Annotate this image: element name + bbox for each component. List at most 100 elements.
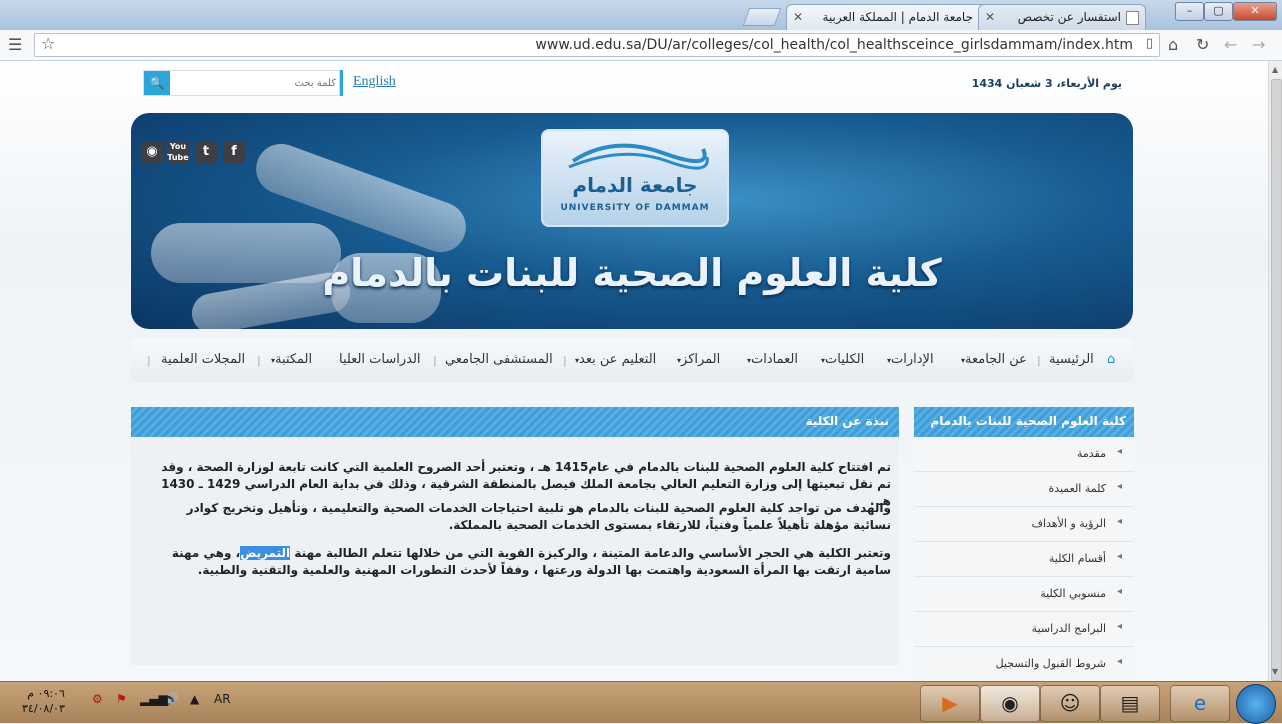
tab-close-icon[interactable]: ✕: [985, 5, 995, 29]
header-banner: ◉ You Tube t f جامعة الدمام UNIVERSITY OF…: [131, 113, 1133, 329]
tab-inactive[interactable]: ✕ استفسار عن تخصص: [978, 4, 1146, 30]
nav-label: الإدارات: [891, 352, 934, 367]
nav-item-library[interactable]: المكتبة▾: [271, 352, 312, 367]
sidebar-item-dean-word[interactable]: ◂ كلمة العميدة: [914, 472, 1134, 507]
tab-favicon-icon: [1126, 11, 1139, 25]
page-icon: ▯: [1145, 36, 1153, 51]
nav-separator: |: [147, 354, 151, 367]
forward-icon[interactable]: →: [1252, 35, 1265, 55]
sidebar-item-intro[interactable]: ◂ مقدمة: [914, 437, 1134, 472]
highlighted-word: التمريض: [240, 546, 291, 560]
app-tray-icon[interactable]: ⚙: [92, 692, 103, 706]
action-center-icon[interactable]: ⚑: [116, 692, 127, 706]
section-title: نبذة عن الكلية: [805, 414, 889, 428]
messenger-taskbar-icon[interactable]: ☺: [1040, 685, 1100, 722]
paragraph-3-text: وتعتبر الكلية هي الحجر الأساسي والدعامة …: [290, 546, 891, 560]
browser-titlebar: ✕ جامعة الدمام | المملكة العربية ✕ استفس…: [0, 0, 1282, 30]
logo-english-text: UNIVERSITY OF DAMMAM: [560, 203, 710, 213]
new-tab-button[interactable]: [742, 8, 782, 26]
sidebar-item-staff[interactable]: ◂ منسوبي الكلية: [914, 577, 1134, 612]
back-icon[interactable]: ←: [1224, 35, 1237, 55]
english-link[interactable]: English: [353, 74, 396, 90]
scroll-up-icon[interactable]: ▲: [1272, 65, 1278, 74]
explorer-taskbar-icon[interactable]: ▤: [1100, 685, 1160, 722]
media-player-taskbar-icon[interactable]: ▶: [920, 685, 980, 722]
language-indicator[interactable]: AR: [214, 692, 231, 706]
nav-label: العمادات: [751, 352, 798, 367]
sidebar-item-label: مقدمة: [1076, 447, 1106, 460]
divider: [340, 70, 343, 96]
logo-arabic-text: جامعة الدمام: [572, 173, 698, 197]
about-section: نبذة عن الكلية تم افتتاح كلية العلوم الص…: [131, 407, 899, 665]
nav-separator: |: [1037, 354, 1041, 367]
nav-label: المراكز: [681, 352, 721, 367]
current-date: يوم الأربعاء، 3 شعبان 1434: [971, 77, 1122, 90]
college-title: كلية العلوم الصحية للبنات بالدمام: [322, 251, 942, 295]
sidebar-menu: كلية العلوم الصحية للبنات بالدمام ◂ مقدمة…: [914, 407, 1134, 681]
sidebar-header: كلية العلوم الصحية للبنات بالدمام: [914, 407, 1134, 437]
menu-icon[interactable]: ☰: [8, 35, 22, 55]
nav-item-home[interactable]: الرئيسية: [1049, 352, 1094, 367]
nav-label: التعليم عن بعد: [579, 352, 657, 367]
address-bar[interactable]: ☆ www.ud.edu.sa/DU/ar/colleges/col_healt…: [34, 33, 1160, 57]
chrome-taskbar-icon[interactable]: ◉: [980, 685, 1040, 722]
bullet-icon: ◂: [1116, 621, 1122, 632]
nav-item-journals[interactable]: المجلات العلمية: [161, 352, 245, 367]
bullet-icon: ◂: [1116, 586, 1122, 597]
bullet-icon: ◂: [1116, 551, 1122, 562]
web-page: يوم الأربعاء، 3 شعبان 1434 🔍 English ◉ Y…: [0, 61, 1268, 681]
sidebar-item-admission[interactable]: ◂ شروط القبول والتسجيل: [914, 647, 1134, 681]
rss-icon[interactable]: ◉: [141, 141, 163, 163]
tab-label: جامعة الدمام | المملكة العربية: [822, 10, 973, 24]
close-window-button[interactable]: ✕: [1233, 2, 1277, 21]
network-icon[interactable]: ▂▄▆: [140, 692, 168, 706]
sidebar-item-label: البرامج الدراسية: [1031, 622, 1106, 635]
clock-date: ٣٤/٠٨/٠٣: [22, 702, 65, 715]
nav-item-graduate-studies[interactable]: الدراسات العليا: [339, 352, 421, 367]
university-logo[interactable]: جامعة الدمام UNIVERSITY OF DAMMAM: [541, 129, 729, 227]
scrollbar-thumb[interactable]: [1271, 79, 1282, 681]
twitter-icon[interactable]: t: [195, 141, 217, 163]
bullet-icon: ◂: [1116, 481, 1122, 492]
youtube-icon[interactable]: You Tube: [167, 141, 189, 163]
maximize-button[interactable]: ▢: [1204, 2, 1233, 21]
nav-separator: |: [563, 354, 567, 367]
nav-separator: |: [433, 354, 437, 367]
show-hidden-icons-icon[interactable]: ▲: [190, 692, 199, 706]
system-clock[interactable]: ٠٩:٠٦ م ٣٤/٠٨/٠٣: [22, 686, 65, 716]
bullet-icon: ◂: [1116, 656, 1122, 667]
sidebar-item-programs[interactable]: ◂ البرامج الدراسية: [914, 612, 1134, 647]
search-input[interactable]: [174, 73, 338, 93]
sidebar-item-departments[interactable]: ◂ أقسام الكلية: [914, 542, 1134, 577]
paragraph-3: وتعتبر الكلية هي الحجر الأساسي والدعامة …: [161, 545, 891, 579]
nav-item-hospital[interactable]: المستشفى الجامعي: [445, 352, 553, 367]
star-icon[interactable]: ☆: [41, 34, 55, 54]
nav-item-centers[interactable]: المراكز▾: [677, 352, 720, 367]
nav-label: الكليات: [825, 352, 865, 367]
vertical-scrollbar[interactable]: ▲ ▼: [1268, 61, 1282, 681]
section-header: نبذة عن الكلية: [131, 407, 899, 437]
tab-active[interactable]: ✕ جامعة الدمام | المملكة العربية: [786, 4, 998, 30]
home-nav-icon[interactable]: ⌂: [1107, 352, 1115, 367]
ie-taskbar-icon[interactable]: e: [1170, 685, 1230, 722]
minimize-button[interactable]: –: [1175, 2, 1204, 21]
nav-item-deanships[interactable]: العمادات▾: [747, 352, 798, 367]
search-button[interactable]: 🔍: [144, 71, 170, 95]
home-icon[interactable]: ⌂: [1168, 35, 1178, 55]
sidebar-title: كلية العلوم الصحية للبنات بالدمام: [930, 414, 1126, 428]
main-nav: ⌂ الرئيسية | عن الجامعة▾ الإدارات▾ الكلي…: [131, 338, 1133, 382]
tab-close-icon[interactable]: ✕: [793, 5, 803, 29]
start-button[interactable]: [1236, 684, 1276, 724]
reload-icon[interactable]: ↻: [1196, 35, 1209, 55]
windows-taskbar: e ▤ ☺ ◉ ▶ AR ▲ 🔊 ▂▄▆ ⚑ ⚙ ٠٩:٠٦ م ٣٤/٠٨/٠…: [0, 681, 1282, 724]
nav-item-colleges[interactable]: الكليات▾: [821, 352, 864, 367]
nav-item-distance-learning[interactable]: التعليم عن بعد▾: [575, 352, 656, 367]
nav-separator: |: [257, 354, 261, 367]
sidebar-item-label: كلمة العميدة: [1048, 482, 1106, 495]
scroll-down-icon[interactable]: ▼: [1272, 667, 1278, 676]
nav-item-departments[interactable]: الإدارات▾: [887, 352, 934, 367]
facebook-icon[interactable]: f: [223, 141, 245, 163]
sidebar-item-vision[interactable]: ◂ الرؤية و الأهداف: [914, 507, 1134, 542]
nav-item-about[interactable]: عن الجامعة▾: [961, 352, 1027, 367]
sidebar-item-label: أقسام الكلية: [1048, 552, 1106, 565]
